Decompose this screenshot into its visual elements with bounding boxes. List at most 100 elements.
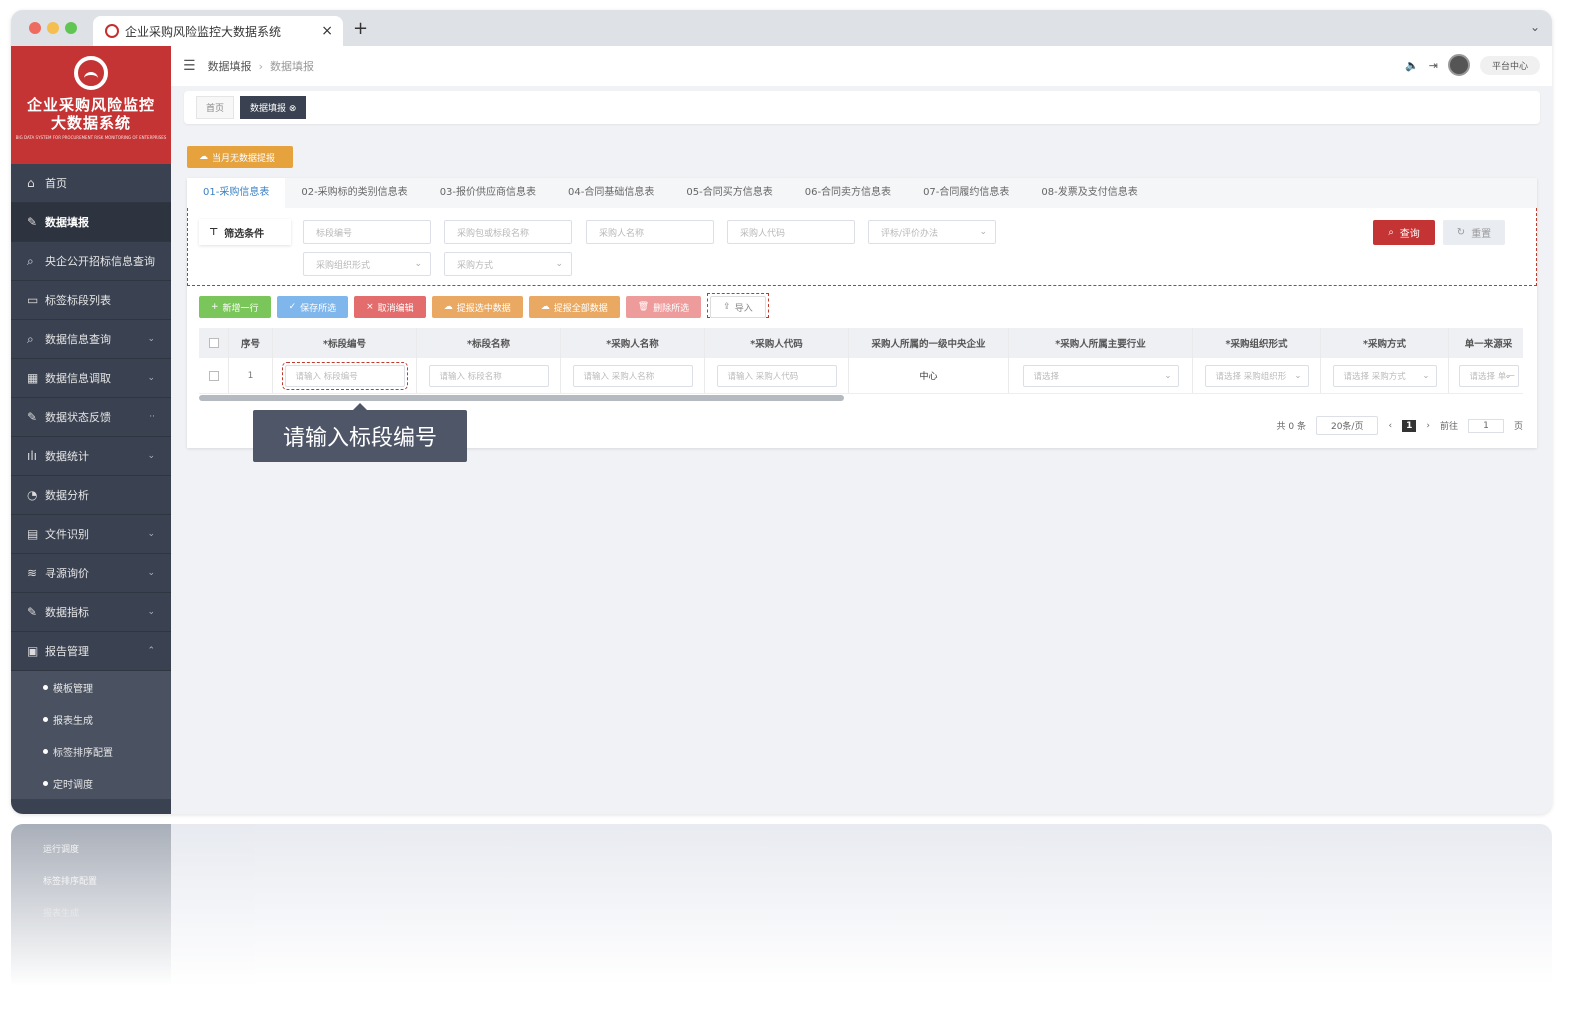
sidebar-item[interactable]: ✎ 数据指标 ⌄ bbox=[11, 593, 171, 632]
filter-input[interactable]: 采购包或标段名称 bbox=[444, 220, 572, 244]
chevron-icon: ·· bbox=[149, 412, 155, 422]
input-cell: 请输入 标段编号 bbox=[273, 358, 417, 393]
cell-input[interactable]: 请输入 采购人代码 bbox=[716, 364, 837, 387]
sidebar-item[interactable]: ▣ 报告管理 ⌃ bbox=[11, 632, 171, 671]
sidebar-item-icon: ✎ bbox=[27, 410, 38, 424]
browser-tab[interactable]: 企业采购风险监控大数据系统 × bbox=[93, 16, 343, 46]
cell-input[interactable]: 请输入 采购人名称 bbox=[572, 364, 693, 387]
dropdown-arrow-icon: ⌄ bbox=[555, 259, 563, 269]
horizontal-scrollbar[interactable] bbox=[199, 395, 844, 401]
sidebar-item-icon: ▣ bbox=[27, 644, 39, 658]
breadcrumb-1[interactable]: 数据填报 bbox=[208, 58, 252, 74]
reset-button[interactable]: ↻ 重置 bbox=[1443, 220, 1505, 245]
pagination: 共 0 条 20条/页 ‹ 1 › 前往 1 页 bbox=[1277, 416, 1523, 435]
search-button[interactable]: ⌕ 查询 bbox=[1373, 220, 1435, 245]
sidebar-item[interactable]: ⌕ 央企公开招标信息查询 bbox=[11, 242, 171, 281]
sidebar-subitem[interactable]: 定时调度 bbox=[11, 767, 171, 799]
page-size-select[interactable]: 20条/页 bbox=[1315, 416, 1379, 435]
sidebar-submenu: 模板管理 报表生成 标签排序配置 定时调度 bbox=[11, 671, 171, 799]
tag-current[interactable]: 数据填报 ⊗ bbox=[240, 96, 307, 119]
data-panel: 01-采购信息表 02-采购标的类别信息表 03-报价供应商信息表 04-合同基础信息… bbox=[187, 178, 1537, 462]
sidebar-item[interactable]: ≋ 寻源询价 ⌄ bbox=[11, 554, 171, 593]
cell-placeholder: 请选择 采购方式 bbox=[1343, 371, 1406, 382]
speaker-icon[interactable]: 🔈 bbox=[1405, 59, 1419, 72]
filter-placeholder: 评标/评价办法 bbox=[881, 228, 939, 239]
notice-badge[interactable]: ☁ 当月无数据提报 bbox=[187, 146, 293, 168]
sheet-tab[interactable]: 07-合同履约信息表 bbox=[907, 178, 1025, 208]
toolbar: + 新增一行 ✓ 保存所选 × 取消编辑 ☁ 提报选中数据 ☁ 提报全部数据 🗑 删除所选 ⇪ 导入 bbox=[199, 293, 769, 318]
cell-select[interactable]: 请选择 采购方式 ⌄ bbox=[1332, 364, 1437, 387]
logout-icon[interactable]: ⇥ bbox=[1429, 59, 1438, 72]
browser-titlebar: 企业采购风险监控大数据系统 × + ⌄ bbox=[11, 10, 1552, 46]
brand-title-1: 企业采购风险监控 bbox=[26, 96, 155, 114]
minimize-dot[interactable] bbox=[47, 22, 59, 34]
sheet-tab[interactable]: 01-采购信息表 bbox=[187, 178, 286, 208]
tag-home[interactable]: 首页 bbox=[196, 96, 235, 119]
toolbar-button[interactable]: × 取消编辑 bbox=[354, 296, 426, 318]
sheet-tab[interactable]: 04-合同基础信息表 bbox=[552, 178, 670, 208]
sidebar: 企业采购风险监控 大数据系统 BIG DATA SYSTEM FOR PROCU… bbox=[11, 46, 171, 814]
browser-tab-title: 企业采购风险监控大数据系统 bbox=[125, 24, 282, 39]
sidebar-item-icon: ✎ bbox=[27, 605, 38, 619]
next-page-icon[interactable]: › bbox=[1426, 421, 1430, 431]
sidebar-item[interactable]: ⌂ 首页 bbox=[11, 164, 171, 203]
platform-center-button[interactable]: 平台中心 bbox=[1479, 55, 1540, 75]
select-all-checkbox[interactable] bbox=[208, 338, 219, 348]
row-checkbox[interactable] bbox=[208, 370, 219, 381]
toolbar-label: 提报选中数据 bbox=[456, 303, 511, 314]
toolbar-button[interactable]: 🗑 删除所选 bbox=[625, 296, 702, 318]
column-header: 单一来源采 bbox=[1449, 328, 1523, 358]
sidebar-item[interactable]: ılı 数据统计 ⌄ bbox=[11, 437, 171, 476]
toolbar-icon: ☁ bbox=[540, 302, 550, 312]
sheet-tab[interactable]: 03-报价供应商信息表 bbox=[424, 178, 552, 208]
filter-input[interactable]: 采购方式 ⌄ bbox=[444, 252, 572, 276]
maximize-dot[interactable] bbox=[65, 22, 77, 34]
sidebar-item[interactable]: ✎ 数据状态反馈 ·· bbox=[11, 398, 171, 437]
toolbar-button[interactable]: + 新增一行 bbox=[199, 296, 271, 318]
prev-page-icon[interactable]: ‹ bbox=[1388, 421, 1392, 431]
window-reflection: 运行调度 标签排序配置 报表生成 bbox=[11, 824, 1552, 986]
column-header: 采购人所属的一级中央企业 bbox=[849, 328, 1009, 358]
topbar: ☰ 数据填报 › 数据填报 🔈 ⇥ 平台中心 bbox=[171, 46, 1552, 86]
sidebar-item[interactable]: ✎ 数据填报 bbox=[11, 203, 171, 242]
filter-input[interactable]: 标段编号 bbox=[303, 220, 431, 244]
breadcrumb-separator: › bbox=[258, 59, 263, 73]
topbar-right: 🔈 ⇥ 平台中心 bbox=[1405, 54, 1540, 76]
sidebar-item[interactable]: ▤ 文件识别 ⌄ bbox=[11, 515, 171, 554]
sheet-tab[interactable]: 08-发票及支付信息表 bbox=[1025, 178, 1153, 208]
filter-input[interactable]: 采购人代码 bbox=[727, 220, 855, 244]
filter-input[interactable]: 采购组织形式 ⌄ bbox=[303, 252, 431, 276]
cell-select[interactable]: 请选择 单一 ⌄ bbox=[1458, 364, 1519, 387]
sidebar-item[interactable]: ▦ 数据信息调取 ⌄ bbox=[11, 359, 171, 398]
dropdown-arrow-icon: ⌄ bbox=[414, 259, 422, 269]
cell-select[interactable]: 请选择 ⌄ bbox=[1022, 364, 1179, 387]
toolbar-button[interactable]: ☁ 提报全部数据 bbox=[528, 296, 620, 318]
sidebar-subitem[interactable]: 模板管理 bbox=[11, 671, 171, 703]
tab-close-icon[interactable]: × bbox=[321, 23, 333, 39]
sidebar-subitem[interactable]: 标签排序配置 bbox=[11, 735, 171, 767]
close-dot[interactable] bbox=[29, 22, 41, 34]
cell-select[interactable]: 请选择 采购组织形 ⌄ bbox=[1204, 364, 1309, 387]
sidebar-item[interactable]: ▭ 标签标段列表 bbox=[11, 281, 171, 320]
sidebar-item[interactable]: ⌕ 数据信息查询 ⌄ bbox=[11, 320, 171, 359]
toolbar-button[interactable]: ✓ 保存所选 bbox=[276, 296, 349, 318]
toolbar-label: 提报全部数据 bbox=[553, 303, 608, 314]
menu-toggle-icon[interactable]: ☰ bbox=[183, 58, 196, 74]
sheet-tab[interactable]: 02-采购标的类别信息表 bbox=[285, 178, 423, 208]
sidebar-subitem[interactable]: 报表生成 bbox=[11, 703, 171, 735]
sidebar-item[interactable]: ◔ 数据分析 bbox=[11, 476, 171, 515]
sheet-tab[interactable]: 05-合同买方信息表 bbox=[670, 178, 788, 208]
reflection-item: 运行调度 bbox=[43, 845, 80, 855]
avatar[interactable] bbox=[1447, 54, 1470, 76]
toolbar-button[interactable]: ☁ 提报选中数据 bbox=[431, 296, 523, 318]
filter-input[interactable]: 采购人名称 bbox=[586, 220, 714, 244]
cell-input[interactable]: 请输入 标段名称 bbox=[428, 364, 549, 387]
filter-input[interactable]: 评标/评价办法 ⌄ bbox=[868, 220, 996, 244]
tab-list-chevron-icon[interactable]: ⌄ bbox=[1530, 20, 1540, 34]
sheet-tab[interactable]: 06-合同卖方信息表 bbox=[789, 178, 907, 208]
cell-input[interactable]: 请输入 标段编号 bbox=[281, 361, 408, 390]
toolbar-button[interactable]: ⇪ 导入 bbox=[710, 296, 766, 318]
new-tab-button[interactable]: + bbox=[353, 18, 368, 39]
current-page[interactable]: 1 bbox=[1402, 419, 1417, 432]
goto-input[interactable]: 1 bbox=[1467, 418, 1504, 433]
